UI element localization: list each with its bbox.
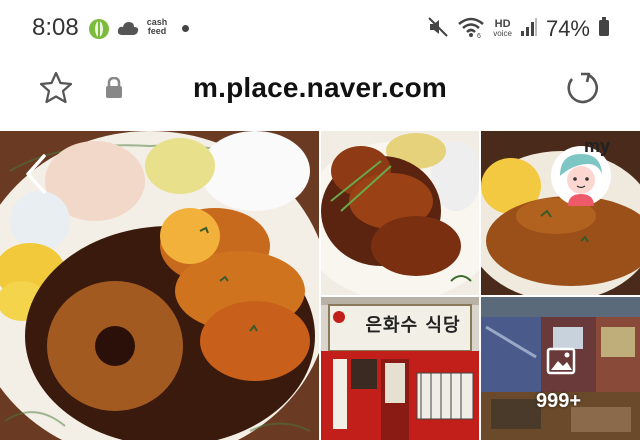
gallery-view-button[interactable] xyxy=(546,346,576,376)
reload-button[interactable] xyxy=(562,68,602,108)
status-icons: 6 HD voice 74% xyxy=(427,14,610,44)
photo-gallery: 은화수 식당 my 999+ xyxy=(0,131,640,440)
avatar-label: my xyxy=(584,136,611,156)
browser-url-bar: m.place.naver.com xyxy=(0,58,640,130)
image-gallery-icon xyxy=(546,347,576,375)
status-time: 8:08 xyxy=(32,14,79,41)
my-profile-button[interactable]: my xyxy=(548,136,614,206)
previous-photo-button[interactable] xyxy=(22,152,52,196)
battery-icon xyxy=(598,16,610,42)
notification-dot-icon xyxy=(182,25,189,32)
app-leaf-icon xyxy=(88,18,110,45)
battery-percent: 74% xyxy=(545,16,590,41)
url-text[interactable]: m.place.naver.com xyxy=(0,72,640,104)
mute-icon xyxy=(427,16,449,43)
hd-voice-label: voice xyxy=(493,29,512,38)
cash-feed-label: cash feed xyxy=(146,17,168,36)
svg-text:6: 6 xyxy=(477,33,481,38)
store-sign-text: 은화수 식당 xyxy=(365,315,461,336)
photo-count-badge[interactable]: 999+ xyxy=(536,390,581,413)
status-bar: 8:08 cash feed 6 HD voice 74% xyxy=(0,0,640,58)
cloud-icon xyxy=(117,20,139,41)
refresh-icon xyxy=(567,72,598,104)
food-photo-2[interactable] xyxy=(321,131,479,295)
hd-voice-indicator: HD voice xyxy=(493,19,512,39)
storefront-photo[interactable]: 은화수 식당 xyxy=(321,297,479,440)
wifi-icon: 6 xyxy=(457,16,485,43)
chevron-left-icon xyxy=(26,154,46,194)
signal-icon xyxy=(520,17,538,42)
